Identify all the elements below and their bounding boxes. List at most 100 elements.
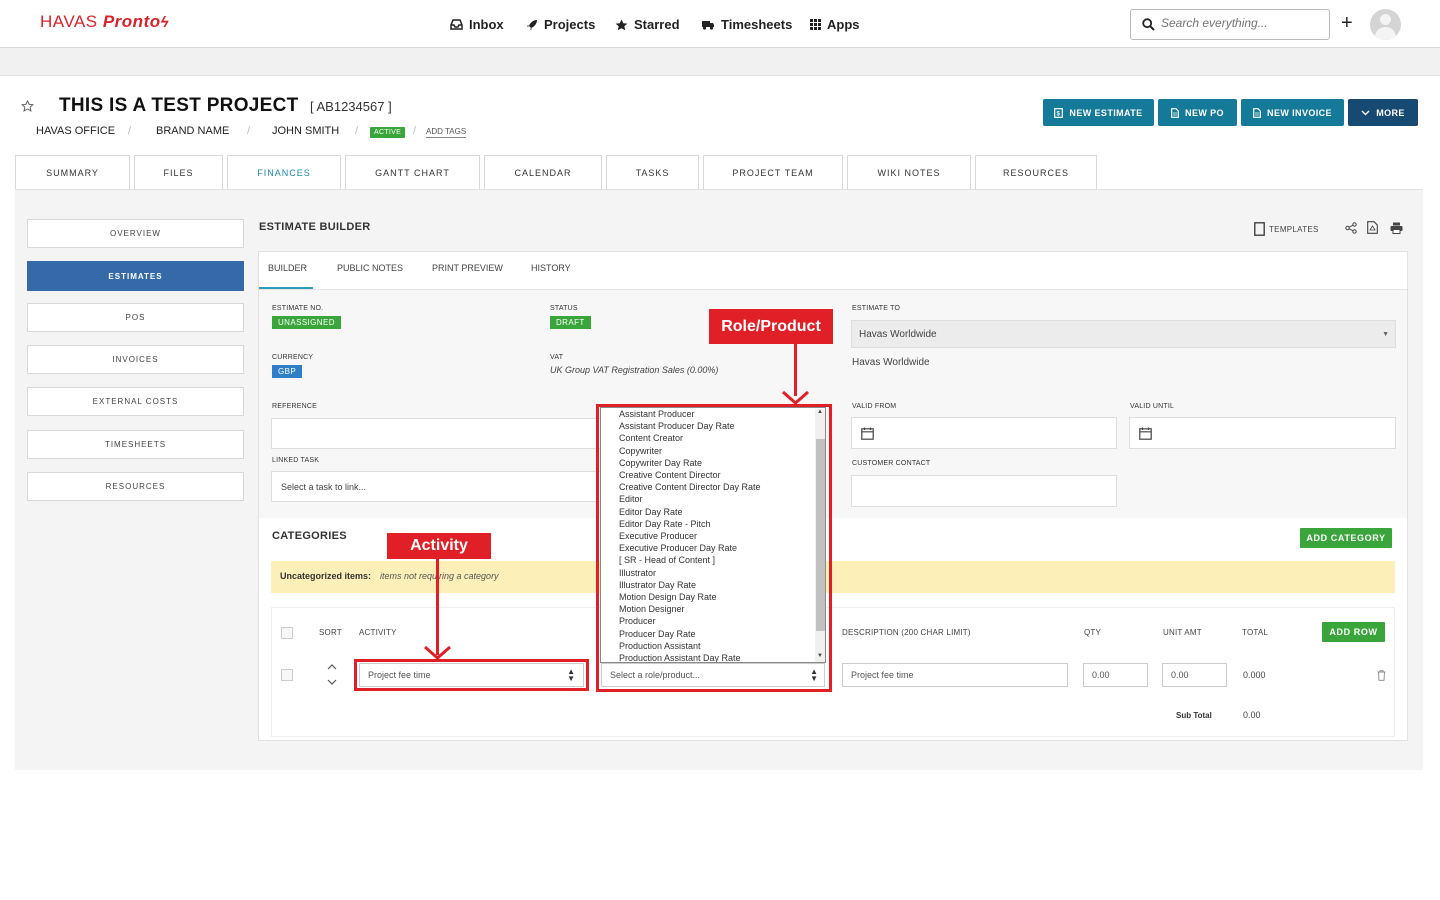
project-owner[interactable]: JOHN SMITH — [272, 125, 339, 137]
truck-icon — [702, 21, 714, 30]
status-draft-badge: DRAFT — [550, 316, 591, 329]
templates-label: TEMPLATES — [1269, 224, 1319, 234]
inbox-icon — [450, 19, 463, 30]
user-avatar[interactable] — [1370, 9, 1401, 40]
nav-projects[interactable]: Projects — [526, 17, 595, 32]
brand-name: HAVAS — [40, 12, 98, 31]
add-tags-link[interactable]: ADD TAGS — [426, 127, 467, 138]
tab-gantt-chart[interactable]: GANTT CHART — [345, 155, 480, 189]
currency-label: CURRENCY — [272, 354, 314, 361]
project-title: THIS IS A TEST PROJECT — [59, 95, 299, 116]
linked-task-input[interactable]: Select a task to link... — [271, 471, 601, 502]
sort-down-icon[interactable] — [327, 679, 337, 685]
tab-files[interactable]: FILES — [134, 155, 223, 189]
project-brand[interactable]: BRAND NAME — [156, 125, 229, 137]
nav-timesheets[interactable]: Timesheets — [701, 17, 792, 32]
nav-starred[interactable]: Starred — [615, 17, 680, 32]
select-all-checkbox[interactable] — [281, 627, 293, 639]
vat-value: UK Group VAT Registration Sales (0.00%) — [550, 365, 719, 375]
col-qty: QTY — [1084, 628, 1102, 637]
sidenav-resources[interactable]: RESOURCES — [27, 472, 244, 501]
brand-logo[interactable]: HAVAS Prontoϟ — [40, 12, 169, 32]
meta-separator: / — [355, 125, 359, 137]
nav-inbox[interactable]: Inbox — [450, 17, 504, 32]
estimate-no-badge: UNASSIGNED — [272, 316, 341, 329]
tab-project-team[interactable]: PROJECT TEAM — [703, 155, 843, 189]
add-category-button[interactable]: ADD CATEGORY — [1300, 528, 1392, 548]
global-search[interactable] — [1130, 9, 1330, 40]
row-checkbox[interactable] — [281, 669, 293, 681]
invoice-doc-icon — [1253, 107, 1261, 118]
pdf-icon[interactable] — [1367, 221, 1378, 234]
new-po-button[interactable]: NEW PO — [1158, 99, 1237, 126]
col-total: TOTAL — [1242, 628, 1269, 637]
currency-badge: GBP — [272, 365, 303, 378]
tab-calendar[interactable]: CALENDAR — [484, 155, 602, 189]
templates-button[interactable]: TEMPLATES — [1254, 222, 1319, 236]
role-product-highlight-box — [596, 404, 832, 692]
project-office[interactable]: HAVAS OFFICE — [36, 125, 115, 137]
nav-projects-label: Projects — [544, 17, 596, 32]
nav-starred-label: Starred — [634, 17, 680, 32]
categories-title: CATEGORIES — [272, 530, 347, 542]
tab-resources[interactable]: RESOURCES — [975, 155, 1097, 189]
sidenav-overview[interactable]: OVERVIEW — [27, 219, 244, 248]
activity-annotation-label: Activity — [387, 533, 491, 559]
trash-icon[interactable] — [1377, 670, 1386, 681]
lightning-icon: ϟ — [160, 14, 170, 31]
template-doc-icon — [1254, 222, 1265, 236]
share-icon[interactable] — [1345, 222, 1357, 234]
project-code: [ AB1234567 ] — [310, 99, 392, 114]
meta-separator: / — [128, 125, 132, 137]
role-product-annotation-arrow — [794, 344, 797, 396]
add-row-button[interactable]: ADD ROW — [1322, 622, 1385, 642]
svg-text:$: $ — [1057, 111, 1061, 117]
sidenav-pos[interactable]: POS — [27, 303, 244, 332]
customer-contact-label: CUSTOMER CONTACT — [852, 460, 931, 467]
estimate-to-value: Havas Worldwide — [859, 329, 937, 340]
subtab-print-preview[interactable]: PRINT PREVIEW — [432, 263, 503, 273]
valid-until-input[interactable] — [1129, 417, 1396, 449]
new-invoice-button[interactable]: NEW INVOICE — [1241, 99, 1344, 126]
linked-task-label: LINKED TASK — [272, 457, 320, 464]
qty-input[interactable]: 0.00 — [1083, 663, 1148, 687]
description-input[interactable]: Project fee time — [842, 663, 1068, 687]
subtab-public-notes[interactable]: PUBLIC NOTES — [337, 263, 403, 273]
caret-down-icon: ▼ — [1382, 331, 1389, 338]
col-unit-amt: UNIT AMT — [1163, 628, 1202, 637]
unit-amt-input[interactable]: 0.00 — [1162, 663, 1227, 687]
new-estimate-label: NEW ESTIMATE — [1069, 107, 1143, 118]
uncategorized-description: items not requiring a category — [380, 571, 499, 581]
estimate-builder-title: ESTIMATE BUILDER — [259, 221, 371, 233]
new-estimate-button[interactable]: $ NEW ESTIMATE — [1043, 99, 1154, 126]
subtab-history[interactable]: HISTORY — [531, 263, 571, 273]
customer-contact-input[interactable] — [851, 475, 1117, 507]
brand-name-italic: Pronto — [102, 12, 161, 31]
search-input[interactable] — [1161, 16, 1321, 30]
header-strip — [0, 48, 1440, 76]
estimate-to-select[interactable]: Havas Worldwide ▼ — [851, 320, 1396, 348]
print-icon[interactable] — [1390, 222, 1403, 234]
linked-task-placeholder: Select a task to link... — [281, 482, 367, 492]
favorite-star-icon[interactable] — [21, 100, 34, 112]
tab-tasks[interactable]: TASKS — [606, 155, 699, 189]
add-icon[interactable]: + — [1341, 13, 1353, 33]
sidenav-invoices[interactable]: INVOICES — [27, 345, 244, 374]
tab-finances[interactable]: FINANCES — [227, 155, 341, 190]
valid-from-input[interactable] — [851, 417, 1117, 449]
reference-label: REFERENCE — [272, 403, 317, 410]
nav-inbox-label: Inbox — [469, 17, 504, 32]
nav-apps[interactable]: Apps — [810, 17, 860, 32]
sort-up-icon[interactable] — [327, 664, 337, 670]
more-button[interactable]: MORE — [1348, 99, 1418, 126]
col-description: DESCRIPTION (200 CHAR LIMIT) — [842, 628, 971, 637]
blank-area — [0, 770, 1440, 900]
sidenav-timesheets[interactable]: TIMESHEETS — [27, 430, 244, 459]
tab-summary[interactable]: SUMMARY — [15, 155, 130, 189]
grid-icon — [810, 19, 821, 30]
reference-input[interactable] — [271, 418, 601, 449]
tab-wiki-notes[interactable]: WIKI NOTES — [847, 155, 971, 189]
subtab-builder[interactable]: BUILDER — [268, 263, 307, 273]
sidenav-external-costs[interactable]: EXTERNAL COSTS — [27, 387, 244, 416]
sidenav-estimates[interactable]: ESTIMATES — [27, 261, 244, 291]
